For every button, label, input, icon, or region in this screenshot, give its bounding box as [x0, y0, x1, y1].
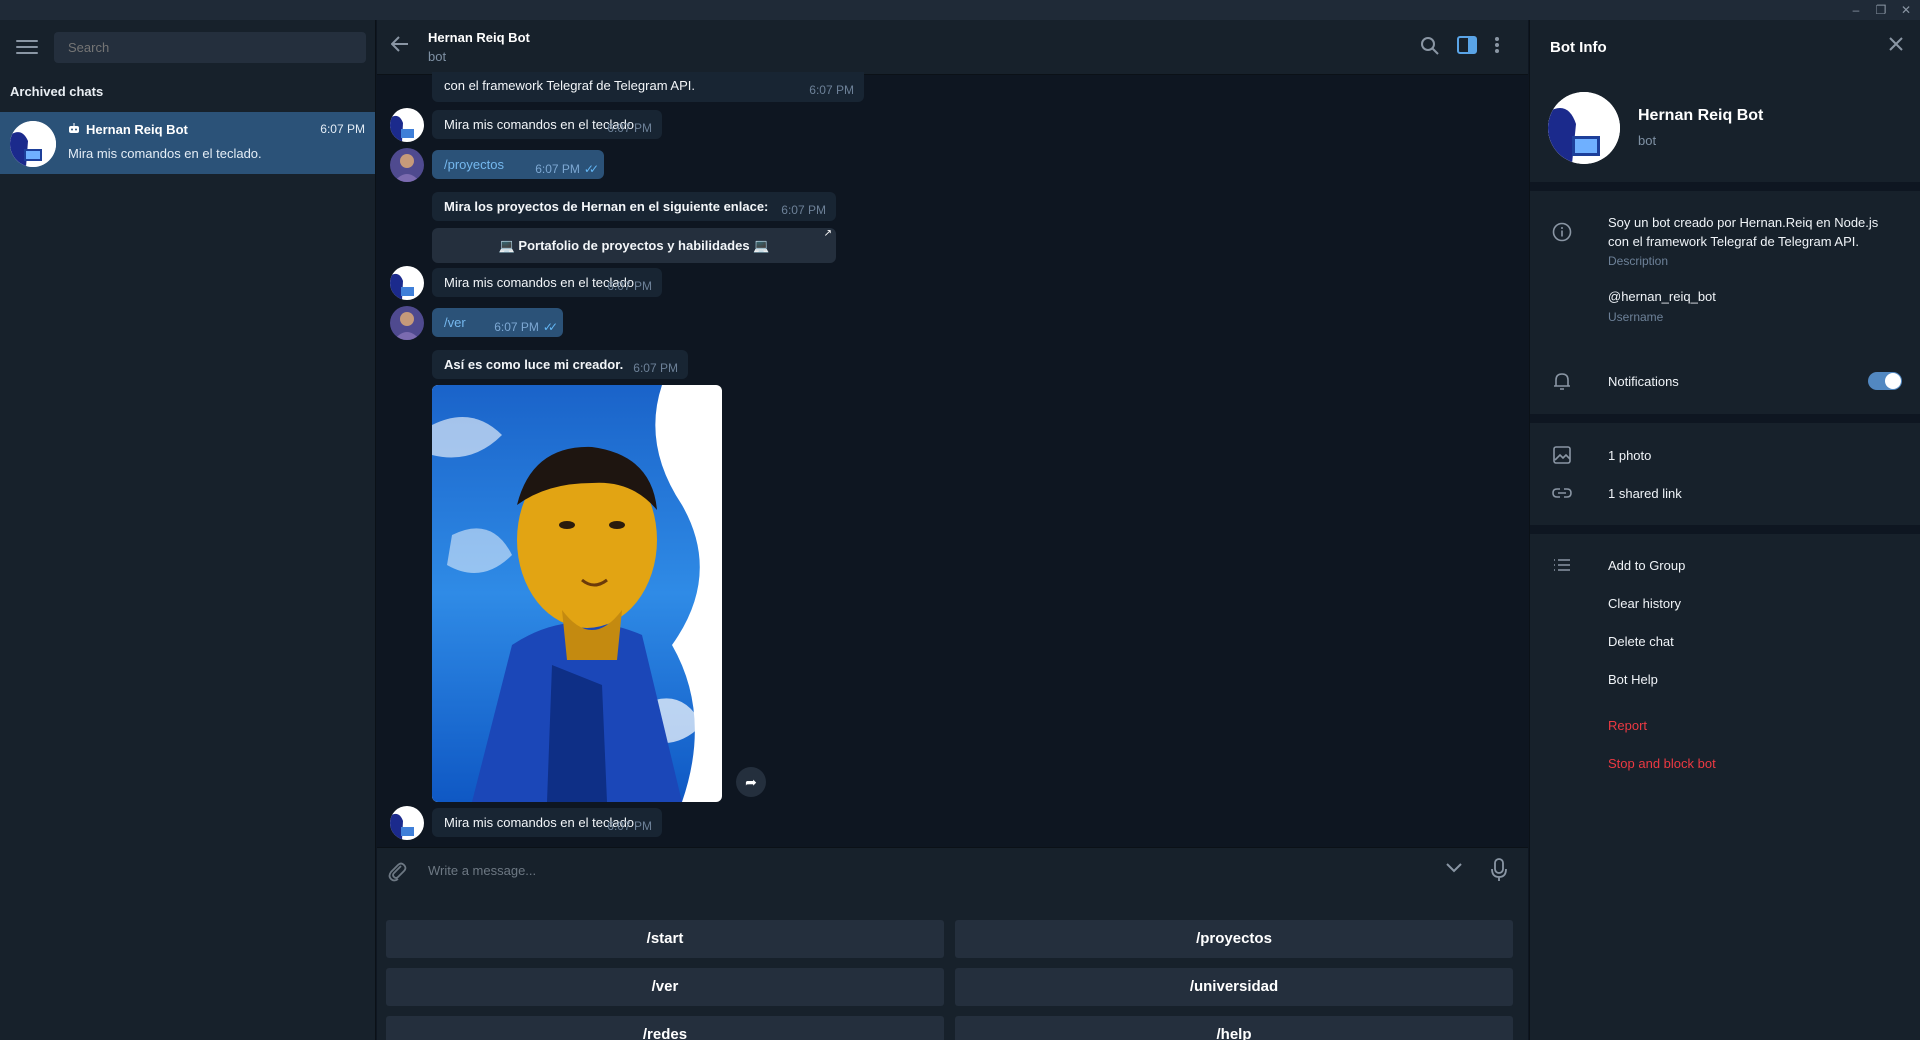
bell-icon — [1552, 371, 1572, 391]
command-link[interactable]: /ver — [444, 315, 466, 330]
message-bubble: Mira mis comandos en el teclado. 6:07 PM — [432, 268, 662, 297]
chat-list-panel: Archived chats Hernan Reiq Bot 6:07 PM M… — [0, 20, 376, 1040]
message-bubble: con el framework Telegraf de Telegram AP… — [432, 72, 864, 102]
message-text: Así es como luce mi creador. — [444, 357, 624, 372]
keyboard-button-proyectos[interactable]: /proyectos — [955, 920, 1513, 958]
inline-url-button[interactable]: 💻 Portafolio de proyectos y habilidades … — [432, 228, 836, 263]
message-composer — [377, 847, 1528, 893]
keyboard-button-start[interactable]: /start — [386, 920, 944, 958]
read-ticks-icon: ✓✓ — [583, 162, 599, 176]
chat-name: Hernan Reiq Bot — [68, 122, 188, 137]
add-to-group-button[interactable]: Add to Group — [1608, 558, 1685, 573]
description-line-1: Soy un bot creado por Hernan.Reiq en Nod… — [1608, 215, 1879, 230]
more-options-icon[interactable] — [1494, 36, 1516, 58]
archived-chats-title: Archived chats — [10, 84, 104, 99]
list-icon — [1552, 555, 1572, 575]
keyboard-button-help[interactable]: /help — [955, 1016, 1513, 1040]
command-link[interactable]: /proyectos — [444, 157, 504, 172]
delete-chat-button[interactable]: Delete chat — [1608, 634, 1674, 649]
message-text: con el framework Telegraf de Telegram AP… — [444, 78, 695, 93]
chat-name-text: Hernan Reiq Bot — [86, 122, 188, 137]
message-time: 6:07 PM — [809, 83, 854, 97]
search-icon[interactable] — [1420, 36, 1442, 58]
inline-button-label: 💻 Portafolio de proyectos y habilidades … — [498, 238, 770, 253]
chat-list-item[interactable]: Hernan Reiq Bot 6:07 PM Mira mis comando… — [0, 112, 375, 174]
panel-title: Bot Info — [1550, 39, 1607, 56]
info-icon — [1552, 222, 1572, 242]
read-ticks-icon: ✓✓ — [542, 320, 558, 334]
chat-area: Hernan Reiq Bot bot con el framework Tel… — [377, 20, 1528, 1040]
description-line-2: con el framework Telegraf de Telegram AP… — [1608, 234, 1859, 249]
avatar[interactable] — [390, 806, 424, 840]
attach-icon[interactable] — [387, 860, 409, 882]
close-icon[interactable] — [1888, 36, 1906, 54]
avatar[interactable] — [1548, 92, 1620, 164]
message-time: 6:07 PM — [633, 361, 678, 375]
keyboard-toggle-icon[interactable] — [1445, 862, 1465, 882]
bot-subtitle: bot — [1638, 133, 1657, 148]
message-bubble: Mira mis comandos en el teclado. 6:07 PM — [432, 110, 662, 139]
description-caption: Description — [1608, 254, 1669, 268]
bot-keyboard: /start /proyectos /ver /universidad /red… — [377, 893, 1528, 1040]
message-time: 6:07 PM — [607, 121, 652, 135]
chat-title[interactable]: Hernan Reiq Bot — [428, 30, 530, 45]
bot-help-button[interactable]: Bot Help — [1608, 672, 1658, 687]
divider — [1530, 182, 1920, 191]
external-link-icon: ↗ — [823, 228, 832, 239]
username[interactable]: @hernan_reiq_bot — [1608, 289, 1716, 304]
link-icon — [1552, 483, 1572, 503]
back-arrow-icon[interactable] — [390, 36, 415, 56]
message-bubble-outgoing: /ver 6:07 PM ✓✓ — [432, 308, 563, 337]
avatar[interactable] — [390, 108, 424, 142]
chat-subtitle: bot — [428, 49, 447, 64]
avatar[interactable] — [390, 266, 424, 300]
side-panel-icon[interactable] — [1457, 36, 1479, 58]
bot-info-panel: Bot Info Hernan Reiq Bot bot Soy un bot … — [1529, 20, 1920, 1040]
photo-icon — [1552, 445, 1572, 465]
shared-photos-link[interactable]: 1 photo — [1608, 448, 1651, 463]
message-bubble-outgoing: /proyectos 6:07 PM ✓✓ — [432, 150, 604, 179]
window-close-button[interactable]: ✕ — [1895, 2, 1917, 18]
minimize-button[interactable]: – — [1845, 2, 1867, 18]
message-time: 6:07 PM — [607, 819, 652, 833]
shared-links-link[interactable]: 1 shared link — [1608, 486, 1682, 501]
chat-header: Hernan Reiq Bot bot — [377, 20, 1528, 75]
microphone-icon[interactable] — [1491, 858, 1511, 882]
username-caption: Username — [1608, 310, 1664, 324]
message-bubble: Mira los proyectos de Hernan en el sigui… — [432, 192, 836, 221]
notifications-label: Notifications — [1608, 374, 1679, 389]
bot-icon — [68, 122, 82, 137]
message-time: 6:07 PM — [607, 279, 652, 293]
menu-icon[interactable] — [16, 40, 38, 56]
chat-preview: Mira mis comandos en el teclado. — [68, 146, 262, 161]
keyboard-button-universidad[interactable]: /universidad — [955, 968, 1513, 1006]
search-input[interactable] — [54, 32, 366, 63]
message-time: 6:07 PM — [494, 320, 539, 334]
keyboard-button-redes[interactable]: /redes — [386, 1016, 944, 1040]
message-input[interactable] — [428, 858, 1328, 882]
divider — [1530, 414, 1920, 423]
avatar — [10, 121, 56, 167]
clear-history-button[interactable]: Clear history — [1608, 596, 1681, 611]
maximize-button[interactable]: ❐ — [1870, 2, 1892, 18]
forward-icon[interactable]: ➦ — [736, 767, 766, 797]
divider — [1530, 525, 1920, 534]
avatar[interactable] — [390, 148, 424, 182]
message-text: Mira los proyectos de Hernan en el sigui… — [444, 199, 769, 214]
chat-time: 6:07 PM — [320, 122, 365, 136]
stop-and-block-button[interactable]: Stop and block bot — [1608, 756, 1716, 771]
photo-message[interactable] — [432, 385, 722, 802]
message-bubble: Mira mis comandos en el teclado. 6:07 PM — [432, 808, 662, 837]
message-time: 6:07 PM — [781, 203, 826, 217]
keyboard-button-ver[interactable]: /ver — [386, 968, 944, 1006]
report-button[interactable]: Report — [1608, 718, 1647, 733]
message-bubble: Así es como luce mi creador. 6:07 PM — [432, 350, 688, 379]
window-titlebar: – ❐ ✕ — [0, 0, 1920, 20]
avatar[interactable] — [390, 306, 424, 340]
bot-name: Hernan Reiq Bot — [1638, 107, 1764, 124]
message-time: 6:07 PM — [535, 162, 580, 176]
notifications-toggle[interactable] — [1868, 372, 1902, 390]
